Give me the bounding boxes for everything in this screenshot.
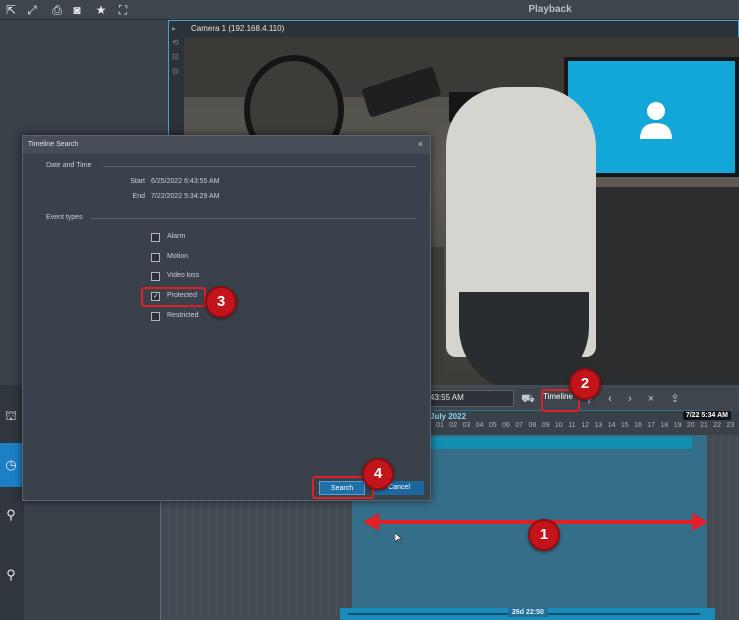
event-checkbox-row[interactable]: Motion: [151, 252, 271, 264]
dialog-title: Timeline Search: [28, 141, 79, 148]
camera-lock-icon: ⛫: [5, 408, 17, 423]
event-checkbox-row[interactable]: Video loss: [151, 271, 271, 283]
day-tick-label: 21: [700, 422, 708, 429]
section-divider: [91, 218, 416, 219]
sidebar-camera-button[interactable]: ⛫: [0, 395, 22, 439]
duration-label: 26d 22:50: [508, 608, 548, 617]
snapshot-camera-icon[interactable]: ◙: [70, 3, 84, 17]
back-arrow-icon[interactable]: ⇱: [4, 3, 18, 17]
motion-search-icon: ⚲: [6, 567, 16, 582]
current-time: 43:55 AM: [430, 393, 464, 402]
timeline-header: July 2022 7/22 5:34 AM 01 02 03 04 05 06 07 08 0…: [430, 411, 739, 435]
day-tick-label: 18: [660, 422, 669, 429]
timeline-divider: [160, 485, 161, 620]
next-icon[interactable]: ›: [623, 392, 637, 406]
export-clip-icon[interactable]: ⛟: [521, 392, 535, 406]
fullscreen-icon[interactable]: ⛶: [116, 3, 130, 17]
end-value[interactable]: 7/22/2022 5:34:29 AM: [151, 193, 220, 200]
expand-icon[interactable]: ⤢: [25, 3, 39, 17]
event-label: Alarm: [167, 233, 186, 240]
checkbox[interactable]: [151, 272, 160, 281]
loop-icon[interactable]: ⟲: [172, 38, 182, 48]
event-types-section-title: Event types: [46, 214, 83, 221]
day-tick-label: 08: [528, 422, 537, 429]
annotation-number-1: 1: [528, 519, 560, 551]
recording-track[interactable]: [430, 437, 692, 449]
dialog-titlebar: Timeline Search ×: [23, 136, 430, 154]
event-label: Video loss: [167, 272, 200, 279]
timeline-range-bar[interactable]: 26d 22:50: [340, 608, 715, 620]
annotation-number-4: 4: [362, 458, 394, 490]
day-tick-label: 20: [686, 422, 695, 429]
share-icon[interactable]: ⇪: [668, 392, 682, 406]
print-icon[interactable]: ⎙: [50, 3, 64, 17]
checkbox[interactable]: [151, 233, 160, 242]
close-icon[interactable]: ×: [418, 139, 423, 149]
day-tick-label: 15: [620, 422, 629, 429]
end-time-badge: 7/22 5:34 AM: [682, 411, 731, 420]
day-tick-label: 06: [502, 422, 510, 429]
top-toolbar: ⇱ ⤢ ⎙ ◙ ★ ⛶ Playback: [0, 0, 739, 20]
day-tick-label: 02: [449, 422, 458, 429]
day-tick-label: 23: [726, 422, 735, 429]
page-title: Playback: [528, 4, 572, 15]
annotation-number-3: 3: [205, 286, 237, 318]
annotation-highlight-protected: [141, 287, 206, 307]
user-silhouette-icon: [640, 102, 672, 139]
event-label: Motion: [167, 253, 189, 260]
date-time-section-title: Date and Time: [46, 162, 92, 169]
day-tick-label: 11: [568, 422, 576, 429]
month-label: July 2022: [430, 412, 467, 421]
day-tick-label: 13: [594, 422, 603, 429]
audio-icon[interactable]: ◎: [172, 66, 182, 76]
day-tick-label: 22: [713, 422, 722, 429]
zoom-icon[interactable]: ⊡: [172, 52, 182, 62]
day-tick-label: 05: [488, 422, 497, 429]
day-tick-label: 17: [647, 422, 656, 429]
ptz-dome-object: [459, 292, 589, 385]
end-label: End: [132, 193, 145, 200]
day-tick-label: 04: [475, 422, 484, 429]
star-icon[interactable]: ★: [94, 3, 108, 17]
play-icon[interactable]: ▸: [172, 24, 182, 34]
start-value[interactable]: 6/25/2022 6:43:55 AM: [151, 178, 220, 185]
day-tick-label: 09: [541, 422, 550, 429]
day-tick-label: 14: [607, 422, 616, 429]
day-tick-label: 03: [462, 422, 471, 429]
mouse-cursor-icon: [395, 533, 403, 543]
day-tick-label: 19: [673, 422, 682, 429]
clock-icon: ◷: [5, 457, 17, 472]
event-label: Restricted: [167, 312, 199, 319]
camera-label: Camera 1 (192.168.4.110): [191, 24, 285, 33]
sidebar-search-button[interactable]: ⚲: [0, 493, 22, 537]
sidebar-motion-search-button[interactable]: ⚲: [0, 553, 22, 597]
checkbox[interactable]: [151, 253, 160, 262]
start-label: Start: [130, 178, 145, 185]
day-tick-label: 01: [436, 422, 444, 429]
day-tick-label: 07: [515, 422, 524, 429]
day-tick-label: 16: [634, 422, 642, 429]
magnifier-icon: ⚲: [6, 507, 16, 522]
day-tick-label: 12: [581, 422, 590, 429]
checkbox[interactable]: [151, 312, 160, 321]
timeline-search-dialog: Timeline Search × Date and Time Start 6/…: [22, 135, 431, 501]
previous-icon[interactable]: ‹: [603, 392, 617, 406]
clear-icon[interactable]: ×: [644, 392, 658, 406]
event-checkbox-row[interactable]: Alarm: [151, 232, 271, 244]
section-divider: [103, 166, 416, 167]
sidebar-timeline-button[interactable]: ◷: [0, 443, 22, 487]
annotation-number-2: 2: [569, 368, 601, 400]
day-tick-label: 10: [554, 422, 563, 429]
left-sidebar: ⛫ ◷ ⚲ ⚲: [0, 385, 24, 620]
